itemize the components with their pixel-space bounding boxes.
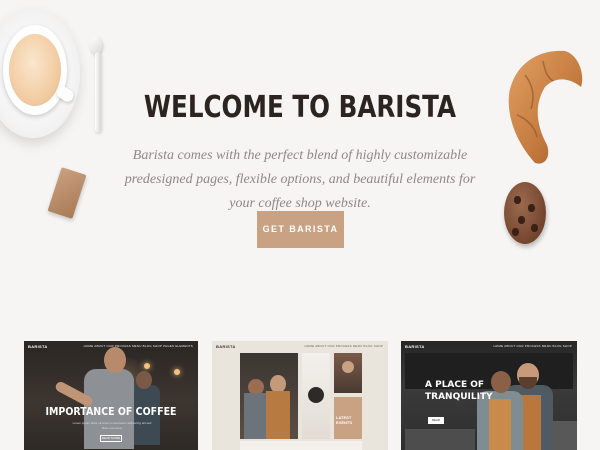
demo-nav: HOME ABOUT OUR PROCESS MENU BLOG SHOP	[493, 344, 572, 348]
demo-heading: A PLACE OF TRANQUILITY	[425, 380, 493, 402]
demo-text: Lorem ipsum dolor sit amet consectetuer …	[72, 421, 152, 430]
get-barista-button[interactable]: GET BARISTA	[257, 211, 344, 248]
photo-tile	[334, 353, 362, 393]
demo-nav: HOME ABOUT OUR PROCESS MENU BLOG SHOP	[304, 344, 383, 348]
latest-events-label: LATEST EVENTS	[336, 415, 353, 425]
demo-nav: HOME ABOUT OUR PROCESS MENU BLOG SHOP PA…	[83, 344, 193, 348]
hero-title: WELCOME TO BARISTA	[143, 90, 457, 125]
demo-thumbnail-3[interactable]: BARISTA HOME ABOUT OUR PROCESS MENU BLOG…	[401, 341, 577, 450]
demo-read-button: READ	[428, 417, 444, 424]
cookie-image	[504, 182, 546, 244]
hero-subtitle: Barista comes with the perfect blend of …	[124, 148, 476, 211]
demo-thumbnail-2[interactable]: BARISTA HOME ABOUT OUR PROCESS MENU BLOG…	[212, 341, 388, 450]
demo-heading: IMPORTANCE OF COFFEE	[45, 405, 177, 418]
demo-thumbnail-1[interactable]: BARISTA HOME ABOUT OUR PROCESS MENU BLOG…	[24, 341, 198, 450]
sugar-packet-image	[47, 167, 87, 219]
demo-read-more-button: READ MORE	[100, 435, 122, 442]
